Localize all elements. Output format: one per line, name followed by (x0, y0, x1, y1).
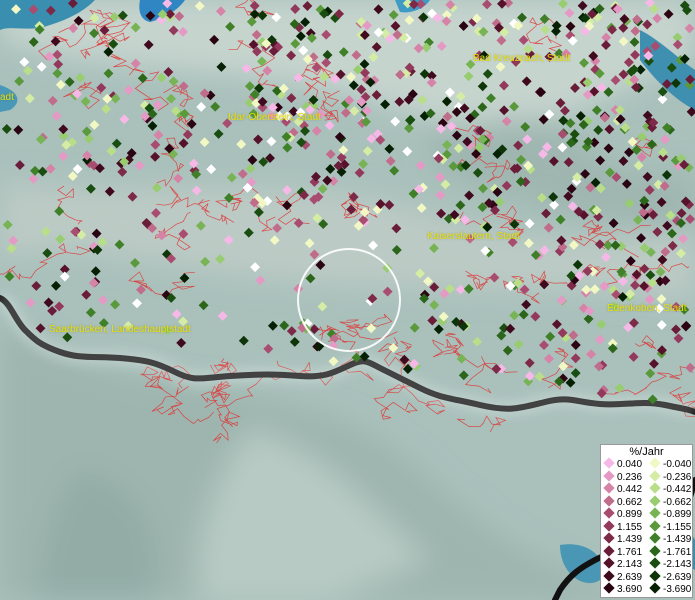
legend-swatch-icon (603, 582, 615, 594)
legend-label: -1.761 (663, 546, 692, 558)
town-label-bad-kreuznach: Bad Kreuznach, Stadt (473, 53, 571, 64)
town-label-partial: adt (0, 92, 14, 103)
legend-swatch-icon (603, 494, 615, 507)
legend-swatch-icon (649, 469, 661, 482)
legend-item-negative: -0.442 (649, 482, 692, 496)
legend-label: -1.439 (663, 534, 692, 545)
legend-label: -0.236 (663, 471, 692, 483)
legend-label: 0.040 (617, 459, 643, 470)
town-label-kaiserslautern: Kaiserslautern, Stadt (427, 231, 520, 242)
legend-swatch-icon (649, 494, 661, 507)
legend-swatch-icon (649, 582, 661, 594)
legend-swatch-icon (649, 557, 661, 569)
legend-label: 0.662 (617, 496, 643, 508)
map-canvas[interactable] (0, 0, 695, 600)
legend-label: -0.442 (663, 484, 692, 495)
legend-swatch-icon (649, 457, 661, 469)
legend-swatch-icon (649, 544, 661, 557)
legend-item-negative: -0.040 (649, 457, 692, 471)
legend-swatch-icon (603, 544, 615, 557)
legend-label: -0.040 (663, 459, 692, 470)
legend-label: -2.639 (663, 571, 692, 583)
legend-label: 1.155 (617, 521, 643, 533)
legend-swatch-icon (603, 457, 615, 469)
legend-swatch-icon (603, 557, 615, 569)
legend-swatch-icon (603, 569, 615, 582)
legend-swatch-icon (603, 519, 615, 532)
legend-swatch-icon (649, 482, 661, 494)
legend-item-negative: -3.690 (649, 582, 692, 596)
legend-label: 3.690 (617, 584, 643, 595)
legend-swatch-icon (649, 569, 661, 582)
legend-swatch-icon (649, 519, 661, 532)
legend-label: 2.639 (617, 571, 643, 583)
legend-label: 0.442 (617, 484, 643, 495)
legend-label: 1.439 (617, 534, 643, 545)
legend-item-positive: 3.690 (603, 582, 643, 596)
town-label-idar-oberstein: Idar-Oberstein, Stadt (228, 112, 321, 123)
legend-label: -0.899 (663, 509, 692, 520)
legend-item-negative: -1.439 (649, 532, 692, 546)
legend-swatch-icon (603, 507, 615, 519)
legend-swatch-icon (603, 532, 615, 544)
town-label-edenkoben: Edenkoben, Stadt (607, 303, 687, 314)
legend-title: %/Jahr (629, 446, 664, 458)
legend-label: -1.155 (663, 521, 692, 533)
legend-swatch-icon (603, 482, 615, 494)
legend-label: 0.899 (617, 509, 643, 520)
legend-label: 1.761 (617, 546, 643, 558)
legend-swatch-icon (649, 532, 661, 544)
town-label-saarbruecken: Saarbrücken, Landeshauptstadt (49, 324, 191, 335)
legend-swatch-icon (603, 469, 615, 482)
legend-label: -3.690 (663, 584, 692, 595)
legend-swatch-icon (649, 507, 661, 519)
legend-item-negative: -2.143 (649, 557, 692, 571)
legend-item-negative: -0.899 (649, 507, 692, 521)
legend-label: 2.143 (617, 559, 643, 570)
legend: %/Jahr 0.040 -0.040 0.236 -0.236 0.442 -0.442… (600, 444, 693, 598)
legend-label: -0.662 (663, 496, 692, 508)
legend-label: 0.236 (617, 471, 643, 483)
legend-label: -2.143 (663, 559, 692, 570)
